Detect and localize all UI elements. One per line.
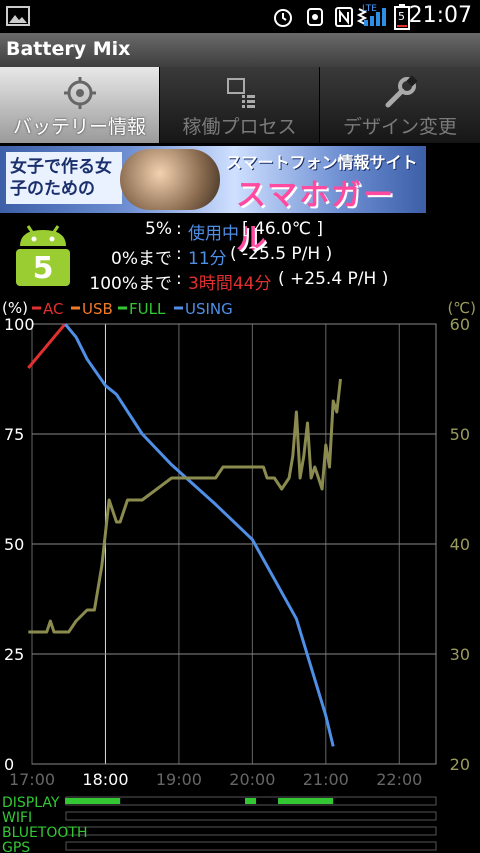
- tab-battery-info[interactable]: バッテリー情報: [0, 67, 160, 143]
- battery-percent-label: 5%: [145, 219, 172, 239]
- separator: :: [176, 219, 182, 239]
- activity-segment: [278, 798, 334, 804]
- tab-label: 稼働プロセス: [182, 116, 297, 138]
- banner-ad[interactable]: 女子で作る女子のための スマートフォン情報サイト スマホガール: [0, 146, 426, 257]
- status-bar: LTE 5 21:07: [0, 0, 480, 33]
- crosshair-icon: [63, 77, 96, 109]
- process-list-icon: [226, 78, 255, 108]
- tab-design[interactable]: デザイン変更: [320, 67, 480, 143]
- y-axis-unit: (%): [2, 299, 28, 317]
- separator: :: [176, 269, 182, 289]
- activity-segment: [245, 798, 257, 804]
- tab-process[interactable]: 稼働プロセス: [160, 67, 320, 143]
- y-tick-label: 50: [4, 535, 24, 554]
- signal-icon: [364, 8, 386, 26]
- activity-track: [65, 841, 437, 851]
- activity-label: WIFI: [2, 810, 32, 826]
- android-app-icon: [307, 8, 323, 26]
- time-to-empty-label: 0%まで: [111, 249, 172, 269]
- x-tick-label: 17:00: [9, 770, 55, 789]
- activity-label: BLUETOOTH: [2, 825, 87, 841]
- x-tick-label: 18:00: [82, 770, 128, 789]
- app-title: Battery Mix: [6, 38, 131, 60]
- tab-label: デザイン変更: [342, 116, 457, 138]
- y2-tick-label: 20: [450, 755, 470, 774]
- alarm-icon: [274, 9, 292, 27]
- y-tick-label: 0: [4, 755, 14, 774]
- discharge-rate: ( -25.5 P/H ): [230, 244, 333, 264]
- time-to-full-label: 100%まで: [89, 274, 172, 294]
- wrench-icon: [385, 75, 418, 108]
- app-title-bar: Battery Mix: [0, 33, 480, 68]
- y2-tick-label: 40: [450, 535, 470, 554]
- series-line-temp: [28, 378, 342, 634]
- time-to-empty-value: 11分: [188, 249, 227, 269]
- legend-label: FULL: [129, 300, 166, 318]
- activity-segment: [65, 798, 121, 804]
- x-tick-label: 20:00: [229, 770, 275, 789]
- time-to-empty-row: 0%まで : 11分 ( -25.5 P/H ): [0, 244, 480, 269]
- activity-label: DISPLAY: [2, 795, 60, 811]
- y2-tick-label: 30: [450, 645, 470, 664]
- banner-left-text: 女子で作る女子のための: [6, 152, 122, 204]
- y-tick-label: 100: [4, 315, 35, 334]
- y-tick-label: 75: [4, 425, 24, 444]
- x-tick-label: 21:00: [303, 770, 349, 789]
- battery-status-row: 5% : 使用中 [ 46.0℃ ]: [0, 219, 480, 244]
- activity-track: [65, 826, 437, 836]
- separator: :: [176, 244, 182, 264]
- legend-label: USB: [82, 300, 113, 318]
- charge-rate: ( +25.4 P/H ): [278, 269, 389, 289]
- y2-tick-label: 50: [450, 425, 470, 444]
- time-to-full-row: 100%まで : 3時間44分 ( +25.4 P/H ): [0, 269, 480, 294]
- battery-status-text: 使用中: [188, 224, 239, 244]
- time-to-full-value: 3時間44分: [188, 274, 272, 294]
- y2-axis-unit: (℃): [447, 299, 476, 317]
- battery-history-chart: 17:00 18:00 19:00 20:00 21:00 22:00 0 25 50 75 100…: [2, 299, 476, 853]
- activity-label: GPS: [2, 840, 30, 853]
- tab-label: バッテリー情報: [12, 116, 146, 138]
- battery-temperature: [ 46.0℃ ]: [242, 219, 324, 239]
- y2-tick-label: 60: [450, 315, 470, 334]
- legend-label: USING: [185, 300, 233, 318]
- nfc-icon: [335, 7, 353, 27]
- y-tick-label: 25: [4, 645, 24, 664]
- banner-photo: [120, 149, 220, 210]
- image-icon: [6, 6, 30, 26]
- x-tick-label: 22:00: [376, 770, 422, 789]
- battery-level-text: 5: [398, 10, 405, 23]
- activity-track: [65, 811, 437, 821]
- clock: 21:07: [408, 3, 472, 28]
- tab-bar: バッテリー情報 稼働プロセス デザイン変更: [0, 67, 480, 143]
- x-tick-label: 19:00: [156, 770, 202, 789]
- legend-label: AC: [43, 300, 63, 318]
